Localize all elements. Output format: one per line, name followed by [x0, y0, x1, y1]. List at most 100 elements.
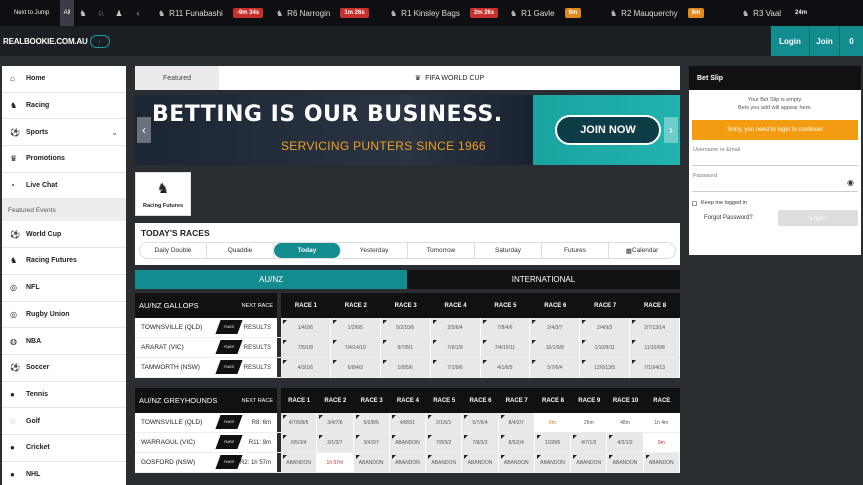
race-result-cell[interactable]: 10/1/9/8 [530, 338, 581, 357]
race-result-cell[interactable]: 2/5/6/4 [430, 318, 481, 337]
race-result-cell[interactable]: 7/10/4/13 [630, 358, 680, 377]
race-result-cell[interactable]: 5/2/10/6 [380, 318, 431, 337]
venue-cell[interactable]: TAMWORTH (NSW) FIXED RESULTS [135, 358, 277, 377]
checkbox-box[interactable] [692, 200, 697, 206]
race-result-cell[interactable]: 7/8/4/6 [480, 318, 531, 337]
tab-featured[interactable]: Featured [135, 66, 219, 90]
next-race-value[interactable]: R11: 9m [249, 440, 271, 446]
filter-harness-icon[interactable]: ♘ [92, 9, 110, 18]
race-result-cell[interactable]: 5/7/6/4 [462, 413, 499, 432]
race-result-cell[interactable]: 9/7/8/1 [380, 338, 431, 357]
tab-au-nz[interactable]: AU/NZ [135, 270, 407, 289]
balance-badge[interactable]: 0 [839, 26, 863, 56]
chevron-left-icon[interactable]: ‹ [137, 117, 151, 143]
day-tab-calendar[interactable]: ▦ Calendar [609, 243, 675, 258]
race-result-cell[interactable]: 1h 4m [643, 413, 680, 432]
ntj-race-item[interactable]: ♞ R1 Gavle 9m [510, 0, 582, 26]
race-result-cell[interactable]: 7/8/3/2 [426, 433, 463, 452]
race-result-cell[interactable]: ABANDON [353, 453, 390, 472]
next-race-value[interactable]: RESULTS [244, 365, 271, 371]
join-button[interactable]: Join [809, 26, 839, 56]
login-button[interactable]: Login [771, 26, 809, 56]
race-result-cell[interactable]: 7/8/3/2 [462, 433, 499, 452]
day-tab-tomorrow[interactable]: Tomorrow [408, 243, 475, 258]
race-result-cell[interactable]: 11/10/9/8 [630, 338, 680, 357]
race-result-cell[interactable]: 5/2/8/6 [353, 413, 390, 432]
race-result-cell[interactable]: 1h 57m [317, 453, 354, 472]
race-result-cell[interactable]: 8/4/2/7 [498, 413, 535, 432]
ntj-race-item[interactable]: ♞ R2 Mauquerchy 9m [610, 0, 705, 26]
race-result-cell[interactable]: ABANDON [534, 453, 572, 472]
sidebar-item-golf[interactable]: ◌ Golf [2, 408, 126, 435]
sidebar-item-live-chat[interactable]: ◔ Live Chat [2, 173, 126, 200]
eye-icon[interactable]: ◉ [847, 178, 854, 187]
race-result-cell[interactable]: 2/4/3/7 [530, 318, 581, 337]
sidebar-item-nba[interactable]: ◍ NBA [2, 328, 126, 355]
race-result-cell[interactable]: 6m [534, 413, 572, 432]
venue-cell[interactable]: GOSFORD (NSW) FIXED R2: 1h 57m [135, 453, 277, 472]
password-field[interactable]: Password ◉ [692, 170, 858, 192]
race-result-cell[interactable]: 1/10/9/11 [580, 338, 631, 357]
venue-name[interactable]: WARRAGUL (VIC) [141, 439, 195, 446]
race-result-cell[interactable]: 3/4/2/7 [353, 433, 390, 452]
venue-name[interactable]: TOWNSVILLE (QLD) [141, 324, 202, 331]
filter-all-button[interactable]: All [60, 0, 74, 26]
race-result-cell[interactable]: 1/9/5/6 [380, 358, 431, 377]
promo-banner[interactable]: ‹ BETTING IS OUR BUSINESS. SERVICING PUN… [135, 95, 680, 165]
day-tab-saturday[interactable]: Saturday [475, 243, 542, 258]
day-tab-today[interactable]: Today [274, 243, 341, 258]
race-result-cell[interactable]: 8/5/2/4 [498, 433, 535, 452]
sidebar-item-racing[interactable]: ♞ Racing [2, 93, 126, 120]
join-now-button[interactable]: JOIN NOW [555, 115, 661, 145]
racing-futures-card[interactable]: ♞ Racing Futures [135, 172, 191, 216]
sidebar-item-sports[interactable]: ⚽ Sports ⌄ [2, 119, 126, 147]
sidebar-item-nfl[interactable]: ◎ NFL [2, 275, 126, 302]
race-result-cell[interactable]: 4/8/6/1 [389, 413, 427, 432]
race-result-cell[interactable]: 3/4/7/6 [317, 413, 354, 432]
day-tab-quaddie[interactable]: Quaddie [207, 243, 274, 258]
ntj-race-item[interactable]: ♞ R6 Narrogin 1m 26s [276, 0, 369, 26]
race-result-cell[interactable]: ABANDON [607, 453, 644, 472]
race-result-cell[interactable]: 6/8/4/3 [330, 358, 381, 377]
race-result-cell[interactable]: ABANDON [643, 453, 680, 472]
race-result-cell[interactable]: 6/5/3/4 [281, 433, 318, 452]
next-race-value[interactable]: RESULTS [244, 325, 271, 331]
race-result-cell[interactable]: 2/1/3/7 [317, 433, 354, 452]
race-result-cell[interactable]: ABANDON [389, 453, 427, 472]
filter-horse-icon[interactable]: ♞ [74, 9, 92, 18]
sidebar-item-soccer[interactable]: ⚽ Soccer [2, 355, 126, 382]
filter-greyhound-icon[interactable]: ♟ [110, 9, 128, 18]
sidebar-item-cricket[interactable]: ● Cricket [2, 435, 126, 462]
race-result-cell[interactable]: 1/4/2/6 [281, 318, 331, 337]
site-logo[interactable]: REALBOOKIE.COM.AU ⌇ [3, 33, 110, 49]
ntj-race-item[interactable]: ♞ R1 Kinsley Bags 2m 26s [390, 0, 499, 26]
sidebar-item-tennis[interactable]: ● Tennis [2, 382, 126, 409]
race-result-cell[interactable]: 4/3/1/6 [281, 358, 331, 377]
race-result-cell[interactable]: ABANDON [426, 453, 463, 472]
sidebar-item-home[interactable]: ⌂ Home [2, 66, 126, 93]
race-result-cell[interactable]: 7/6/1/9 [430, 338, 481, 357]
username-field[interactable]: Username or Email [692, 144, 858, 166]
race-result-cell[interactable]: ABANDON [462, 453, 499, 472]
race-result-cell[interactable]: 7/5/1/8 [281, 338, 331, 357]
keep-logged-in-checkbox[interactable]: Keep me logged in [692, 200, 858, 206]
venue-cell[interactable]: ARARAT (VIC) FIXED RESULTS [135, 338, 277, 357]
race-result-cell[interactable]: 1/2/6/5 [330, 318, 381, 337]
next-race-value[interactable]: RESULTS [244, 345, 271, 351]
race-result-cell[interactable]: 7/1/9/6 [430, 358, 481, 377]
forgot-password-link[interactable]: Forgot Password? [704, 215, 753, 221]
venue-name[interactable]: TOWNSVILLE (QLD) [141, 419, 202, 426]
ntj-race-item[interactable]: ♞ R11 Funabashi -9m 34s [158, 0, 264, 26]
tab-fifa-world-cup[interactable]: ♛ FIFA WORLD CUP [219, 66, 680, 90]
sidebar-item-rugby-union[interactable]: ◎ Rugby Union [2, 302, 126, 329]
venue-name[interactable]: GOSFORD (NSW) [141, 459, 195, 466]
race-result-cell[interactable]: 2/4/9/3 [580, 318, 631, 337]
day-tab-daily-double[interactable]: Daily Double [140, 243, 207, 258]
chevron-right-icon[interactable]: › [664, 117, 678, 143]
day-tab-futures[interactable]: Futures [542, 243, 609, 258]
scroll-left-icon[interactable]: ‹ [128, 8, 148, 18]
race-result-cell[interactable]: 4/1/6/5 [480, 358, 531, 377]
next-race-value[interactable]: R8: 6m [252, 420, 271, 426]
race-result-cell[interactable]: 2/1/6/1 [426, 413, 463, 432]
race-result-cell[interactable]: 4/7/1/2 [571, 433, 608, 452]
